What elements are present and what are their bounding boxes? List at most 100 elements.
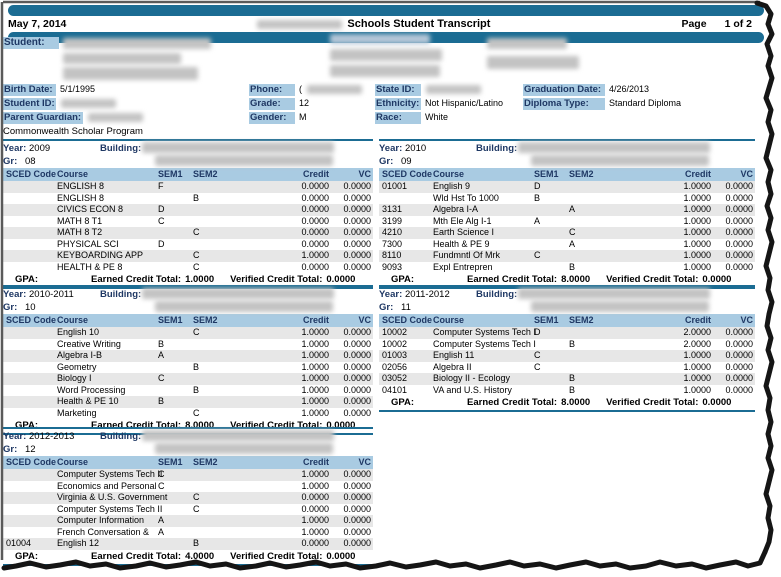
sem1-grade-cell: B: [534, 193, 569, 205]
verified-credit-total: Verified Credit Total:0.0000: [230, 551, 355, 562]
redacted-value: [61, 99, 116, 108]
sem1-grade-cell: [534, 373, 569, 385]
sem2-grade-cell: [569, 193, 653, 205]
column-header: SEM1: [534, 168, 569, 181]
sced-code-cell: [3, 385, 55, 397]
credit-cell: 0.0000: [271, 262, 329, 274]
redacted-school-address-line1: [330, 49, 442, 61]
course-cell: PHYSICAL SCI: [55, 239, 158, 251]
sced-code-cell: [3, 408, 55, 420]
verified-credit-label: Verified Credit Total:: [230, 274, 322, 285]
sced-code-cell: 7300: [379, 239, 431, 251]
sem1-grade-cell: [534, 339, 569, 351]
info-field-value: 12: [299, 98, 309, 108]
program-name: Commonwealth Scholar Program: [3, 126, 143, 137]
credit-cell: 1.0000: [271, 385, 329, 397]
course-row: 04101VA and U.S. HistoryB1.00000.0000: [379, 385, 755, 397]
course-cell: Marketing: [55, 408, 158, 420]
info-field-value: 4/26/2013: [609, 84, 649, 94]
credit-cell: 1.0000: [653, 216, 711, 228]
column-header: Credit: [271, 314, 329, 327]
sced-code-cell: 01004: [3, 538, 55, 550]
course-row: French Conversation &A1.00000.0000: [3, 527, 373, 539]
vc-cell: 0.0000: [329, 239, 373, 251]
year-value: 2010-2011: [29, 289, 74, 300]
redacted-building-line1: [142, 288, 334, 299]
course-cell: French Conversation &: [55, 527, 158, 539]
sced-code-cell: 8110: [379, 250, 431, 262]
course-cell: Creative Writing: [55, 339, 158, 351]
sem1-grade-cell: [158, 262, 193, 274]
vc-cell: 0.0000: [329, 515, 373, 527]
info-field: Graduation Date:4/26/2013: [523, 84, 681, 98]
table-header-row: SCED CodeCourseSEM1SEM2CreditVC: [3, 168, 373, 181]
sem1-grade-cell: [158, 504, 193, 516]
grade-label: Gr:: [3, 302, 17, 313]
vc-cell: 0.0000: [329, 396, 373, 408]
info-field-value: (: [299, 84, 302, 94]
vc-cell: 0.0000: [329, 481, 373, 493]
earned-credit-label: Earned Credit Total:: [467, 397, 557, 408]
course-row: Computer InformationA1.00000.0000: [3, 515, 373, 527]
sem2-grade-cell: [193, 339, 271, 351]
verified-credit-value: 0.0000: [326, 274, 355, 285]
vc-cell: 0.0000: [711, 327, 755, 339]
credit-cell: 0.0000: [271, 216, 329, 228]
course-row: 8110Fundmntl Of MrkC1.00000.0000: [379, 250, 755, 262]
course-cell: Expl Entrepren: [431, 262, 534, 274]
info-field-label: Grade:: [249, 98, 295, 110]
vc-cell: 0.0000: [329, 262, 373, 274]
sem2-grade-cell: [193, 239, 271, 251]
sem1-grade-cell: F: [158, 181, 193, 193]
column-header: SEM1: [158, 314, 193, 327]
course-cell: Geometry: [55, 362, 158, 374]
course-row: 10002Computer Systems Tech ID2.00000.000…: [379, 327, 755, 339]
sced-code-cell: [3, 362, 55, 374]
sced-code-cell: [3, 504, 55, 516]
column-header: SEM1: [534, 314, 569, 327]
sced-code-cell: 10002: [379, 339, 431, 351]
section-totals-row: GPA:Earned Credit Total:4.0000Verified C…: [3, 550, 373, 566]
credit-cell: 1.0000: [271, 373, 329, 385]
info-field-label: Phone:: [249, 84, 295, 96]
sem1-grade-cell: [534, 204, 569, 216]
sem2-grade-cell: B: [193, 193, 271, 205]
sem2-grade-cell: B: [193, 538, 271, 550]
course-row: 3131Algebra I-AA1.00000.0000: [379, 204, 755, 216]
credit-cell: 1.0000: [653, 362, 711, 374]
info-field-label: Race:: [375, 112, 421, 124]
year-label: Year:: [379, 289, 402, 300]
earned-credit-total: Earned Credit Total:4.0000: [91, 551, 214, 562]
sced-code-cell: [3, 373, 55, 385]
term-section: Year:2009Building:Gr:08SCED CodeCourseSE…: [3, 139, 373, 289]
earned-credit-value: 4.0000: [185, 551, 214, 562]
earned-credit-total: Earned Credit Total:8.0000: [467, 274, 590, 285]
term-section-header: Year:2012-2013Building:Gr:12: [3, 429, 373, 456]
sem1-grade-cell: D: [158, 204, 193, 216]
course-row: Word ProcessingB1.00000.0000: [3, 385, 373, 397]
credit-cell: 0.0000: [271, 204, 329, 216]
sem1-grade-cell: D: [534, 327, 569, 339]
redacted-student-address-line2: [63, 67, 198, 80]
sced-code-cell: [3, 181, 55, 193]
column-header: SEM2: [193, 314, 271, 327]
top-accent-bar: [8, 5, 764, 16]
course-row: Virginia & U.S. GovernmentC0.00000.0000: [3, 492, 373, 504]
sced-code-cell: [3, 239, 55, 251]
course-cell: Biology I: [55, 373, 158, 385]
info-field-value: White: [425, 112, 448, 122]
sem2-grade-cell: B: [569, 339, 653, 351]
vc-cell: 0.0000: [329, 181, 373, 193]
info-field-value: Standard Diploma: [609, 98, 681, 108]
report-date: May 7, 2014: [8, 18, 66, 30]
vc-cell: 0.0000: [329, 492, 373, 504]
sced-code-cell: 04101: [379, 385, 431, 397]
table-header-row: SCED CodeCourseSEM1SEM2CreditVC: [379, 168, 755, 181]
redacted-value: [307, 85, 362, 94]
credit-cell: 2.0000: [653, 339, 711, 351]
redacted-building-line2: [155, 301, 333, 312]
course-row: PHYSICAL SCID0.00000.0000: [3, 239, 373, 251]
sem2-grade-cell: [193, 515, 271, 527]
info-column: Phone:(Grade:12Gender:M: [249, 84, 362, 126]
info-field-value: 5/1/1995: [60, 84, 95, 94]
